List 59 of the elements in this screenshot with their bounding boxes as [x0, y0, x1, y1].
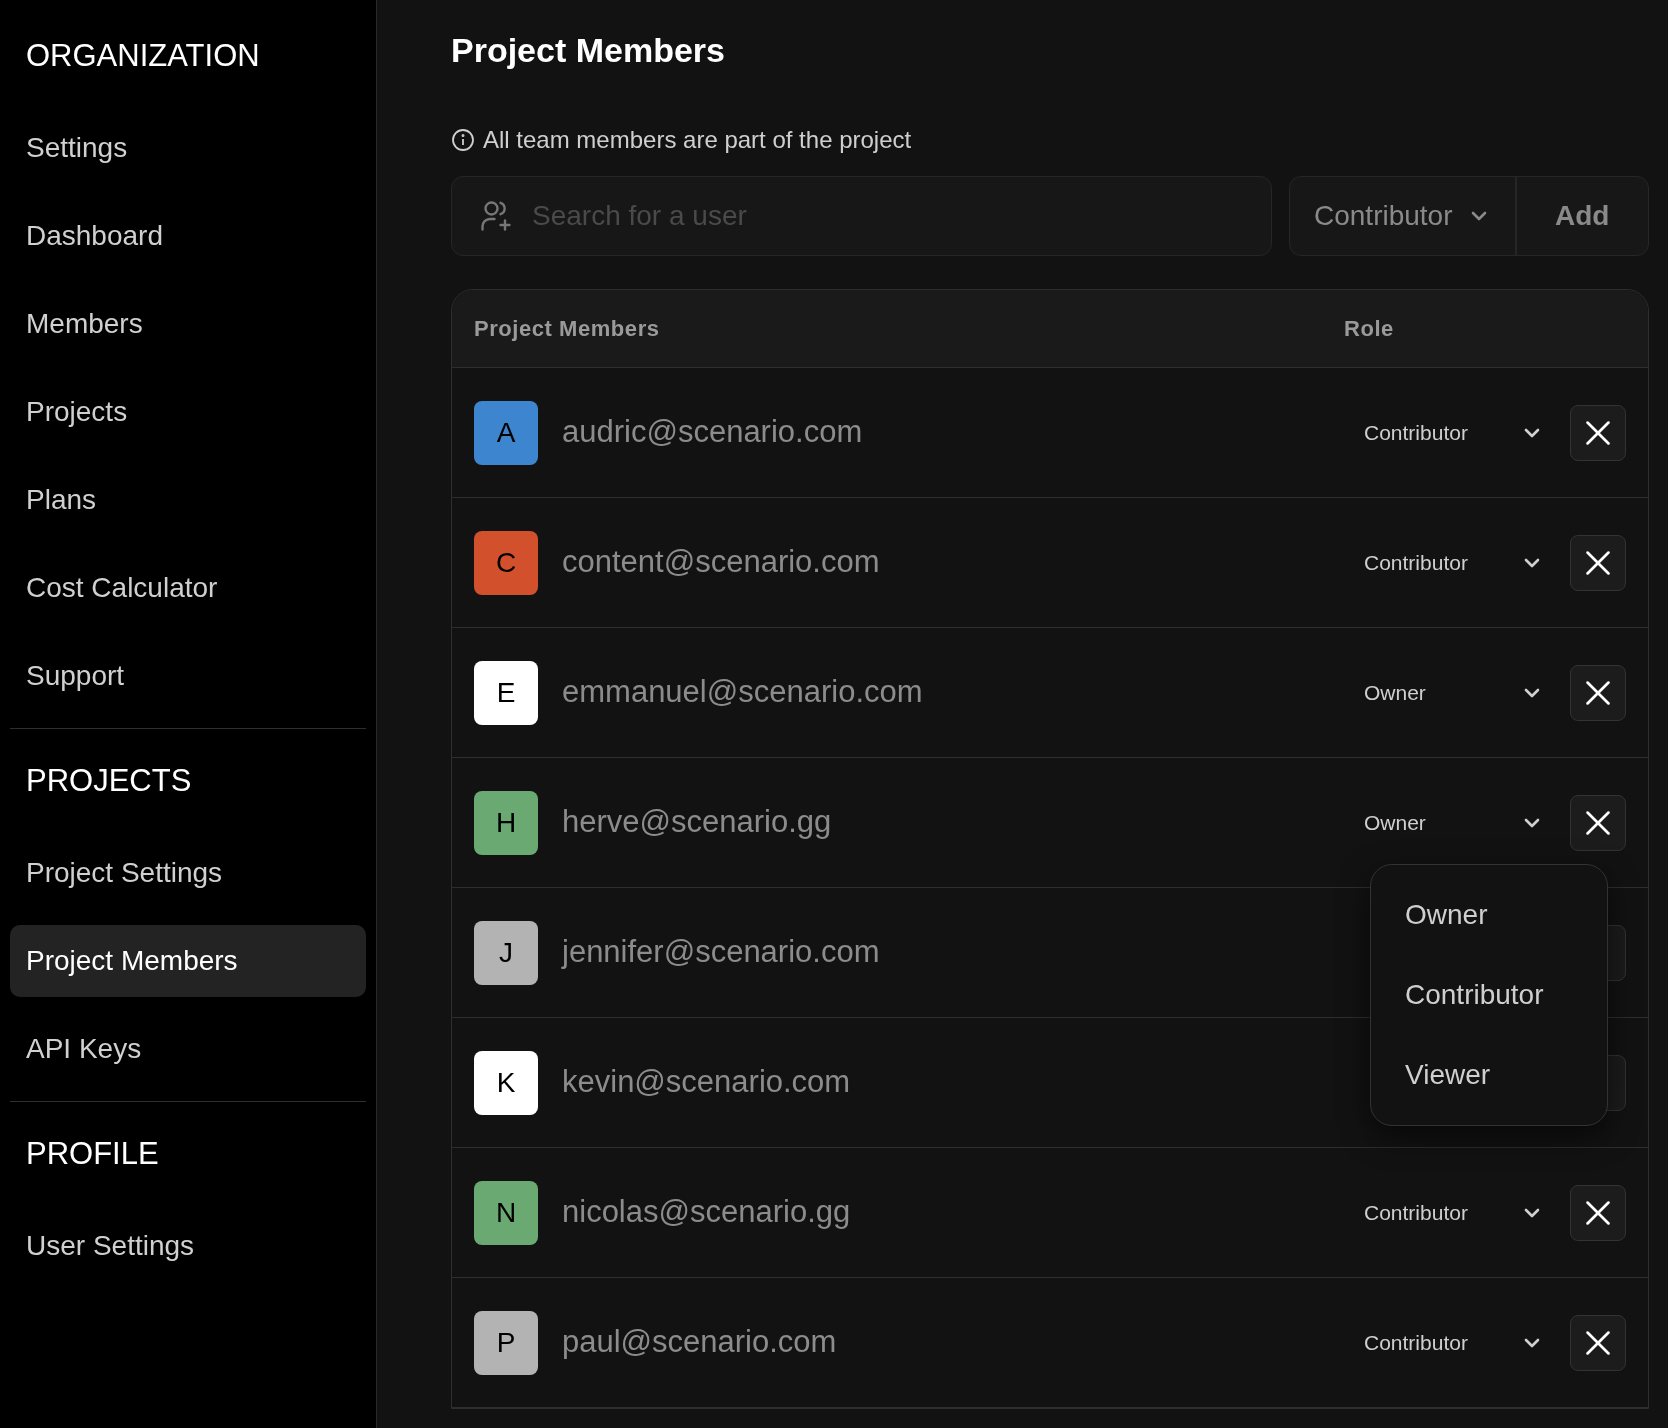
- section-heading: ORGANIZATION: [25, 37, 261, 75]
- avatar: K: [474, 1050, 538, 1115]
- menu-option[interactable]: Owner: [1405, 887, 1573, 943]
- close-icon: [1584, 1198, 1612, 1227]
- avatar: C: [474, 530, 538, 595]
- info-note: All team members are part of the project: [483, 125, 912, 155]
- sidebar-item[interactable]: API Keys: [10, 1013, 366, 1085]
- avatar: N: [474, 1180, 538, 1245]
- avatar: H: [474, 790, 538, 855]
- close-icon: [1584, 418, 1612, 447]
- role-select[interactable]: Contributor: [1364, 546, 1546, 579]
- role-select[interactable]: Owner: [1364, 806, 1546, 839]
- role-select[interactable]: Contributor: [1364, 416, 1546, 449]
- avatar: E: [474, 660, 538, 725]
- remove-button[interactable]: [1570, 404, 1626, 461]
- info-icon: [451, 128, 475, 152]
- avatar: A: [474, 400, 538, 465]
- section-heading: PROJECTS: [25, 762, 193, 800]
- close-icon: [1584, 808, 1612, 837]
- page-title: Project Members: [451, 30, 726, 71]
- sidebar-item[interactable]: Settings: [10, 112, 366, 184]
- member-email: jennifer@scenario.com: [562, 933, 881, 972]
- menu-option[interactable]: Contributor: [1405, 967, 1573, 1023]
- menu-option[interactable]: Viewer: [1405, 1047, 1573, 1103]
- sidebar-item[interactable]: Project Settings: [10, 837, 366, 909]
- role-select[interactable]: Contributor: [1364, 1196, 1546, 1229]
- add-button[interactable]: Add: [1516, 177, 1648, 255]
- avatar: P: [474, 1310, 538, 1375]
- sidebar-item[interactable]: Project Members: [10, 925, 366, 997]
- remove-button[interactable]: [1570, 1184, 1626, 1241]
- close-icon: [1584, 548, 1612, 577]
- remove-button[interactable]: [1570, 1314, 1626, 1371]
- member-email: kevin@scenario.com: [562, 1063, 852, 1102]
- remove-button[interactable]: [1570, 794, 1626, 851]
- remove-button[interactable]: [1570, 664, 1626, 721]
- sidebar-item[interactable]: Projects: [10, 376, 366, 448]
- add-user-icon: [478, 198, 514, 234]
- close-icon: [1584, 678, 1612, 707]
- sidebar-item[interactable]: Plans: [10, 464, 366, 536]
- sidebar-item[interactable]: Members: [10, 288, 366, 360]
- role-select[interactable]: Contributor: [1364, 1326, 1546, 1359]
- member-email: emmanuel@scenario.com: [562, 673, 924, 712]
- sidebar-item[interactable]: User Settings: [10, 1210, 366, 1282]
- sidebar-item[interactable]: Support: [10, 640, 366, 712]
- member-email: content@scenario.com: [562, 543, 881, 582]
- section-heading: PROFILE: [25, 1135, 160, 1173]
- member-email: nicolas@scenario.gg: [562, 1193, 852, 1232]
- role-select[interactable]: Owner: [1364, 676, 1546, 709]
- role-dropdown[interactable]: Contributor: [1290, 177, 1517, 255]
- avatar: J: [474, 920, 538, 985]
- member-email: audric@scenario.com: [562, 413, 864, 452]
- member-email: paul@scenario.com: [562, 1323, 838, 1362]
- close-icon: [1584, 1328, 1612, 1357]
- column-header: Role: [1344, 315, 1395, 343]
- member-email: herve@scenario.gg: [562, 803, 833, 842]
- sidebar-item[interactable]: Dashboard: [10, 200, 366, 272]
- column-header: Project Members: [474, 315, 661, 343]
- remove-button[interactable]: [1570, 534, 1626, 591]
- sidebar-item[interactable]: Cost Calculator: [10, 552, 366, 624]
